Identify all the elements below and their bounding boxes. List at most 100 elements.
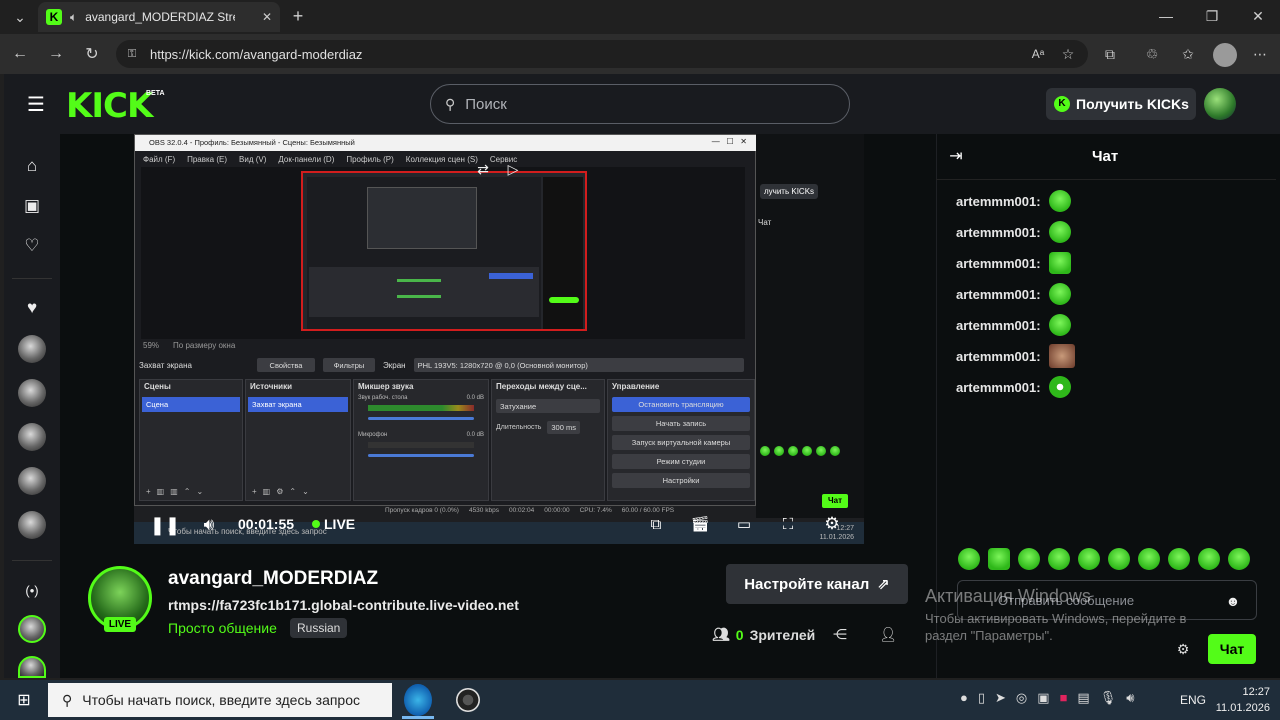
recommended-channel-avatar[interactable] xyxy=(18,615,46,643)
url-field[interactable]: https://kick.com/avangard-moderdiaz xyxy=(116,40,1088,68)
clip-button-icon[interactable]: 🎬︎ xyxy=(690,514,710,534)
kick-logo[interactable]: KICK xyxy=(66,86,153,126)
language-indicator[interactable]: ENG xyxy=(1180,693,1206,707)
emoji-picker-icon[interactable]: ☻ xyxy=(1224,592,1242,610)
channel-name[interactable]: avangard_MODERDIAZ xyxy=(168,568,378,590)
obs-source-bounds[interactable] xyxy=(301,171,587,331)
obs-stop-stream-button[interactable]: Остановить трансляцию xyxy=(612,397,750,412)
obs-zoom-mode[interactable]: По размеру окна xyxy=(173,341,235,350)
chat-username[interactable]: artemmm001: xyxy=(956,349,1041,364)
followed-heart-icon[interactable]: ♥ xyxy=(20,296,44,320)
telegram-icon[interactable]: ➤ xyxy=(995,690,1006,706)
obs-menu-item[interactable]: Правка (E) xyxy=(187,155,227,164)
obs-volume-slider[interactable] xyxy=(368,417,474,420)
setup-channel-button[interactable]: Настройте канал ⇗ xyxy=(726,564,908,604)
followed-channel-avatar[interactable] xyxy=(18,379,46,407)
site-info-icon[interactable]: ⚿ xyxy=(124,46,140,62)
chat-send-button[interactable]: Чат xyxy=(1208,634,1256,664)
language-tag[interactable]: Russian xyxy=(290,618,348,638)
obs-virtual-cam-button[interactable]: Запуск виртуальной камеры xyxy=(612,435,750,450)
chat-username[interactable]: artemmm001: xyxy=(956,194,1041,209)
quick-emote-icon[interactable] xyxy=(1168,548,1190,570)
get-kicks-button[interactable]: K Получить KICKs xyxy=(1046,88,1196,120)
obs-sources-toolbar[interactable]: +▥⚙⌃⌄ xyxy=(252,487,315,496)
obs-taskbar-icon[interactable] xyxy=(456,688,480,712)
edge-taskbar-icon[interactable] xyxy=(404,684,432,716)
tray-app-icon[interactable]: ▣ xyxy=(1037,690,1049,706)
obs-scenes-toolbar[interactable]: +▥▥⌃⌄ xyxy=(146,487,209,496)
clip-icon[interactable]: ▷ xyxy=(502,160,524,178)
obs-menu-item[interactable]: Файл (F) xyxy=(143,155,175,164)
user-avatar[interactable] xyxy=(1204,88,1236,120)
quick-emote-icon[interactable] xyxy=(1108,548,1130,570)
quick-emote-icon[interactable] xyxy=(1228,548,1250,570)
windows-start-icon[interactable]: ⊞ xyxy=(14,690,34,710)
obs-source-item[interactable]: Захват экрана xyxy=(248,397,348,412)
microphone-icon[interactable]: 🎙︎ xyxy=(1100,690,1117,706)
obs-window-controls[interactable]: — ☐ ✕ xyxy=(712,137,747,146)
quick-emote-icon[interactable] xyxy=(958,548,980,570)
following-heart-icon[interactable]: ♡ xyxy=(20,234,44,258)
add-user-icon[interactable]: 👤︎ xyxy=(878,624,898,644)
hamburger-menu-icon[interactable]: ☰ xyxy=(24,92,48,116)
back-icon[interactable]: ← xyxy=(10,44,30,64)
chat-username[interactable]: artemmm001: xyxy=(956,380,1041,395)
forward-icon[interactable]: → xyxy=(46,44,66,64)
followed-channel-avatar[interactable] xyxy=(18,335,46,363)
settings-gear-icon[interactable]: ⚙ xyxy=(822,514,842,534)
obs-transition-select[interactable]: Затухание xyxy=(496,399,600,413)
tray-app-icon[interactable]: ● xyxy=(960,690,968,706)
tab-list-icon[interactable]: ⌄ xyxy=(8,6,32,28)
obs-settings-button[interactable]: Настройки xyxy=(612,473,750,488)
read-aloud-icon[interactable]: Aᵃ xyxy=(1028,44,1048,64)
browser-essentials-icon[interactable]: ♲ xyxy=(1142,44,1162,64)
obs-duration-input[interactable]: 300 ms xyxy=(547,421,580,434)
close-window-icon[interactable]: ✕ xyxy=(1248,6,1268,26)
taskbar-clock[interactable]: 12:27 11.01.2026 xyxy=(1214,684,1270,716)
recommended-channel-avatar[interactable] xyxy=(18,656,46,678)
obs-filters-button[interactable]: Фильтры xyxy=(323,358,375,372)
chat-username[interactable]: artemmm001: xyxy=(956,225,1041,240)
browser-tab[interactable]: K 🔈︎ avangard_MODERDIAZ Strea ✕ xyxy=(38,2,280,32)
obs-start-record-button[interactable]: Начать запись xyxy=(612,416,750,431)
share-icon[interactable]: ⋲ xyxy=(830,624,850,644)
search-input[interactable]: ⚲ Поиск xyxy=(430,84,850,124)
close-tab-icon[interactable]: ✕ xyxy=(262,10,272,24)
chat-username[interactable]: artemmm001: xyxy=(956,256,1041,271)
more-menu-icon[interactable]: ⋯ xyxy=(1250,44,1270,64)
restore-icon[interactable]: ❐ xyxy=(1202,6,1222,26)
browse-icon[interactable]: ▣ xyxy=(20,194,44,218)
tray-app-icon[interactable]: ▯ xyxy=(978,690,985,706)
obs-volume-slider[interactable] xyxy=(368,454,474,457)
obs-scene-item[interactable]: Сцена xyxy=(142,397,240,412)
volume-tray-icon[interactable]: 🔊︎ xyxy=(1126,690,1134,706)
pip-icon[interactable]: ⇄ xyxy=(472,160,494,178)
network-icon[interactable]: ▤ xyxy=(1077,690,1089,706)
theater-mode-icon[interactable]: ▭ xyxy=(734,514,754,534)
taskbar-search[interactable]: ⚲ Чтобы начать поиск, введите здесь запро… xyxy=(48,683,392,717)
quick-emote-icon[interactable] xyxy=(1048,548,1070,570)
minimize-icon[interactable]: — xyxy=(1156,6,1176,26)
obs-studio-mode-button[interactable]: Режим студии xyxy=(612,454,750,469)
new-tab-icon[interactable]: + xyxy=(288,6,308,26)
obs-properties-button[interactable]: Свойства xyxy=(257,358,315,372)
quick-emote-icon[interactable] xyxy=(1078,548,1100,570)
chat-username[interactable]: artemmm001: xyxy=(956,318,1041,333)
obs-menu-item[interactable]: Док-панели (D) xyxy=(278,155,334,164)
obs-menu-item[interactable]: Вид (V) xyxy=(239,155,266,164)
quick-emote-icon[interactable] xyxy=(1138,548,1160,570)
home-icon[interactable]: ⌂ xyxy=(20,154,44,178)
extensions-icon[interactable]: ⧉ xyxy=(1100,44,1120,64)
profile-avatar[interactable] xyxy=(1213,43,1237,67)
speaker-icon[interactable]: 🔈︎ xyxy=(70,10,77,25)
video-player[interactable]: OBS 32.0.4 - Профиль: Безымянный - Сцены… xyxy=(134,134,864,544)
volume-icon[interactable]: 🔊︎ xyxy=(198,513,220,537)
fullscreen-icon[interactable]: ⛶ xyxy=(778,514,798,534)
live-broadcast-icon[interactable]: (•) xyxy=(20,578,44,602)
chat-username[interactable]: artemmm001: xyxy=(956,287,1041,302)
quick-emote-icon[interactable] xyxy=(988,548,1010,570)
reload-icon[interactable]: ↻ xyxy=(82,44,102,64)
steam-icon[interactable]: ◎ xyxy=(1016,690,1027,706)
quick-emote-icon[interactable] xyxy=(1018,548,1040,570)
tray-app-icon[interactable]: ■ xyxy=(1060,690,1068,706)
